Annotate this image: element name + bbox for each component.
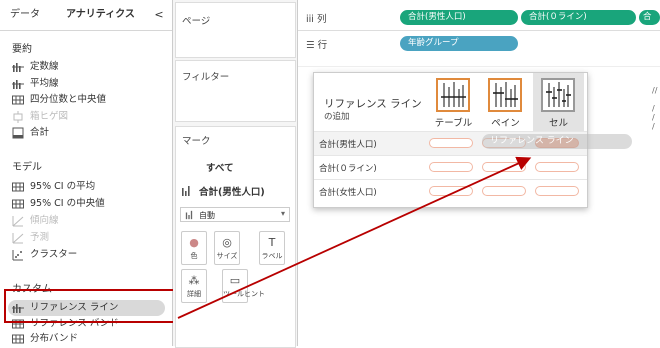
annotation-arrow: [177, 156, 532, 319]
